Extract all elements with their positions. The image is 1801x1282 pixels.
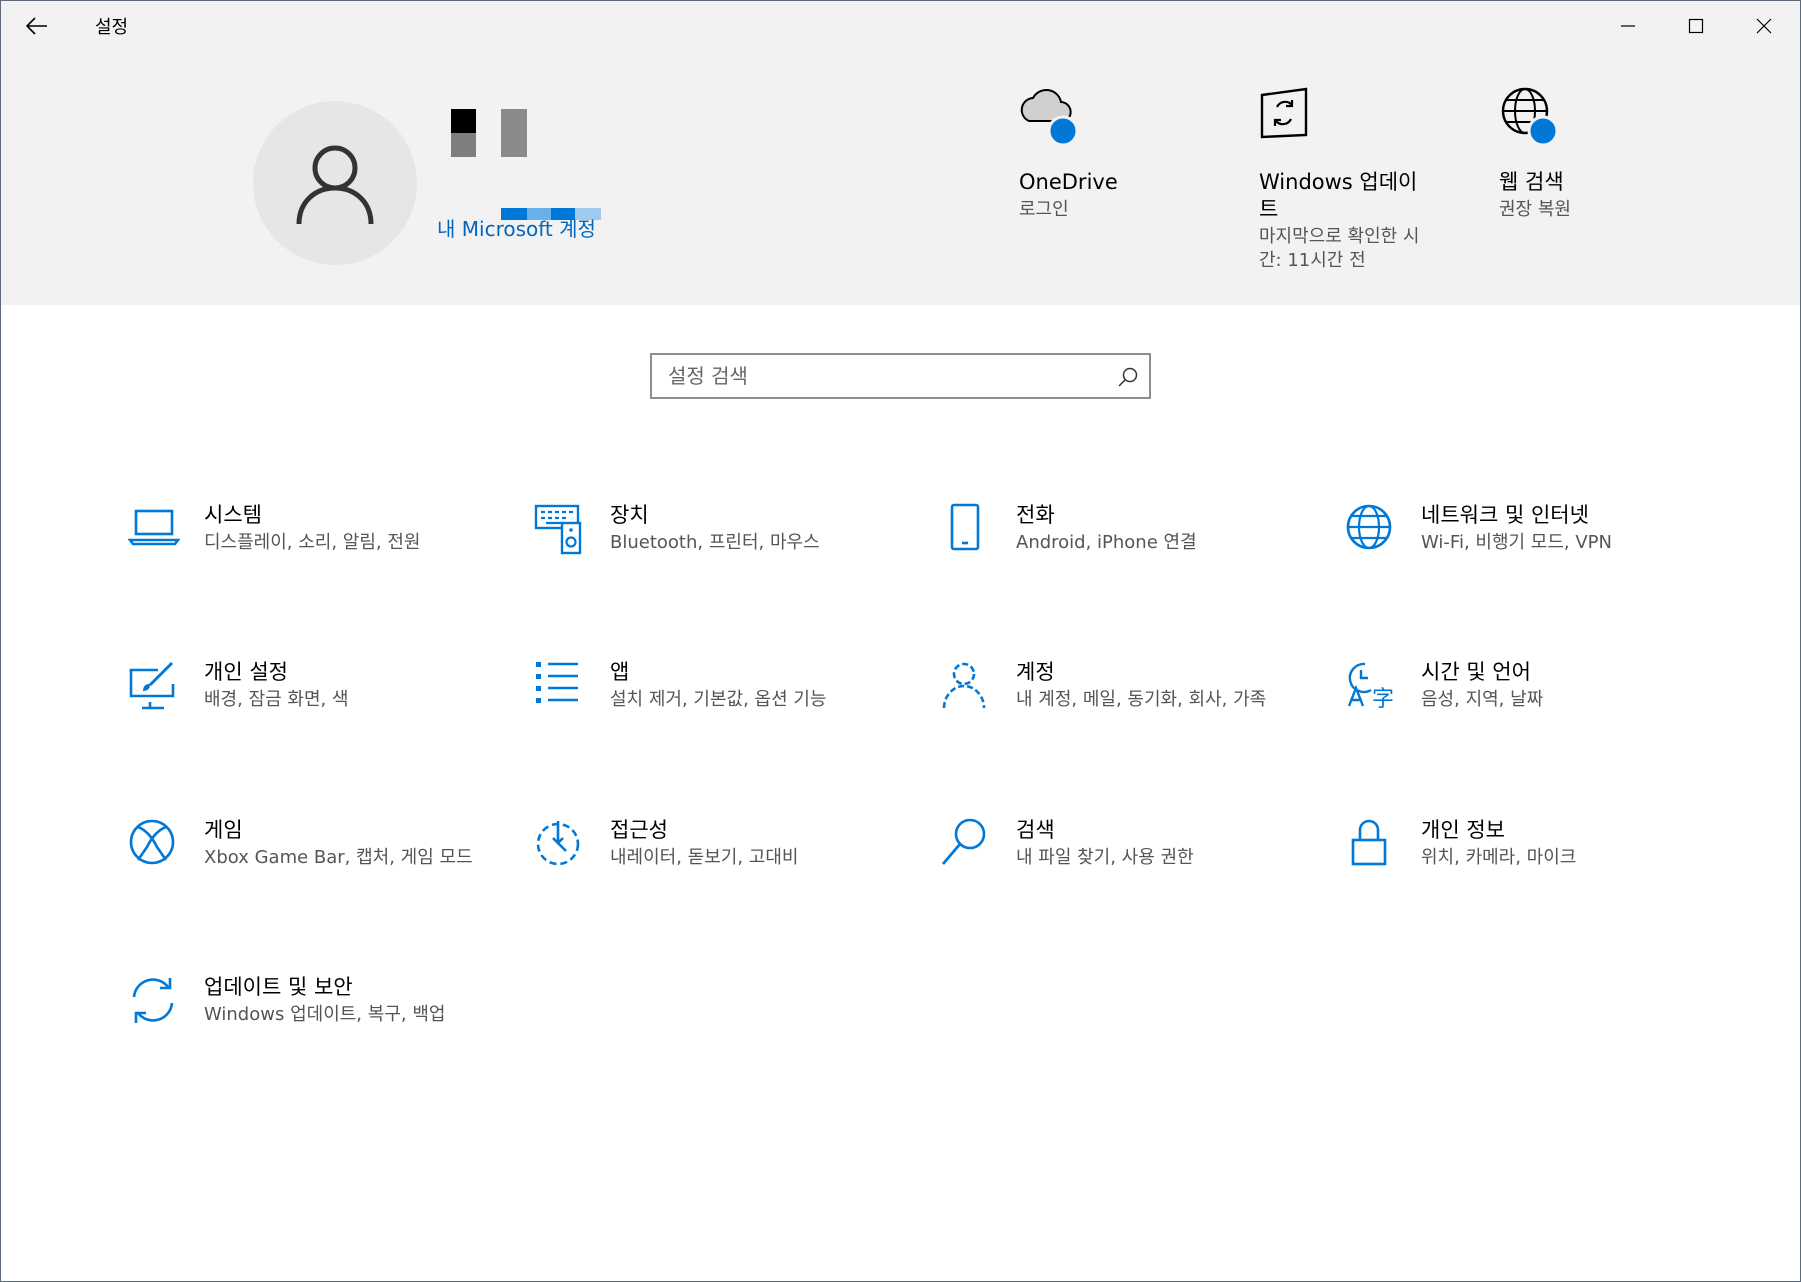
maximize-button[interactable] <box>1662 1 1730 51</box>
onedrive-cloud-icon <box>1020 88 1079 147</box>
tile-gaming[interactable]: 게임 Xbox Game Bar, 캡처, 게임 모드 <box>128 818 488 928</box>
account-header: 설정 내 Microsoft 계정 OneDrive 로그인 Windows 업… <box>1 1 1800 305</box>
tile-title: 개인 설정 <box>204 660 288 684</box>
quick-link-windows-update[interactable]: Windows 업데이트 마지막으로 확인한 시간: 11시간 전 <box>1259 87 1459 271</box>
tile-description: 내레이터, 돋보기, 고대비 <box>610 847 799 868</box>
tile-description: Xbox Game Bar, 캡처, 게임 모드 <box>204 847 473 868</box>
window-title: 설정 <box>95 17 129 38</box>
tile-description: Bluetooth, 프린터, 마우스 <box>610 532 820 553</box>
tile-description: Windows 업데이트, 복구, 백업 <box>204 1004 446 1025</box>
tile-title: 업데이트 및 보안 <box>204 975 353 999</box>
minimize-icon <box>1621 25 1635 27</box>
tile-description: 내 계정, 메일, 동기화, 회사, 가족 <box>1016 689 1267 710</box>
tile-title: 게임 <box>204 818 243 842</box>
tile-title: 시스템 <box>204 503 262 527</box>
tile-title: 전화 <box>1016 503 1055 527</box>
tile-update-security[interactable]: 업데이트 및 보안 Windows 업데이트, 복구, 백업 <box>128 975 488 1085</box>
tile-devices[interactable]: 장치 Bluetooth, 프린터, 마우스 <box>534 503 894 613</box>
tile-description: Android, iPhone 연결 <box>1016 532 1197 553</box>
tile-personalization[interactable]: 개인 설정 배경, 잠금 화면, 색 <box>128 660 488 770</box>
redacted-username-block <box>451 133 476 157</box>
globe-icon <box>1346 504 1392 550</box>
keyboard-speaker-icon <box>534 504 582 555</box>
web-search-subtitle: 권장 복원 <box>1499 199 1571 220</box>
title-bar: 설정 <box>1 1 1800 51</box>
tile-search[interactable]: 검색 내 파일 찾기, 사용 권한 <box>940 818 1300 928</box>
tile-description: 내 파일 찾기, 사용 권한 <box>1016 847 1194 868</box>
tile-title: 계정 <box>1016 660 1055 684</box>
tile-accounts[interactable]: 계정 내 계정, 메일, 동기화, 회사, 가족 <box>940 660 1300 770</box>
tile-system[interactable]: 시스템 디스플레이, 소리, 알림, 전원 <box>128 503 488 613</box>
xbox-icon <box>129 819 175 865</box>
tile-description: 위치, 카메라, 마이크 <box>1421 847 1577 868</box>
avatar[interactable] <box>253 101 417 265</box>
settings-search-input[interactable] <box>668 359 1098 393</box>
close-icon <box>1756 18 1772 34</box>
apps-list-icon <box>536 662 578 703</box>
back-arrow-icon <box>26 17 47 35</box>
tile-accessibility[interactable]: 접근성 내레이터, 돋보기, 고대비 <box>534 818 894 928</box>
accessibility-timer-icon <box>536 821 580 866</box>
tile-title: 장치 <box>610 503 649 527</box>
tile-description: Wi-Fi, 비행기 모드, VPN <box>1421 532 1612 553</box>
settings-search-box[interactable] <box>650 353 1151 399</box>
tile-description: 음성, 지역, 날짜 <box>1421 689 1544 710</box>
tile-title: 시간 및 언어 <box>1421 660 1531 684</box>
user-silhouette-icon <box>296 145 374 225</box>
tile-title: 개인 정보 <box>1421 818 1505 842</box>
redacted-username-block <box>451 109 476 133</box>
tile-title: 네트워크 및 인터넷 <box>1421 503 1589 527</box>
windows-update-icon <box>1260 87 1308 139</box>
sync-arrows-icon <box>132 978 174 1023</box>
tile-network[interactable]: 네트워크 및 인터넷 Wi-Fi, 비행기 모드, VPN <box>1345 503 1705 613</box>
svg-text:字: 字 <box>1372 687 1394 712</box>
tile-time-language[interactable]: 字 시간 및 언어 음성, 지역, 날짜 <box>1345 660 1705 770</box>
tile-title: 접근성 <box>610 818 668 842</box>
close-button[interactable] <box>1730 1 1798 51</box>
tile-title: 앱 <box>610 660 630 684</box>
quick-link-web-search[interactable]: 웹 검색 권장 복원 <box>1499 87 1699 220</box>
onedrive-title: OneDrive <box>1019 170 1118 194</box>
phone-icon <box>950 503 980 551</box>
onedrive-subtitle: 로그인 <box>1019 199 1069 220</box>
windows-update-subtitle: 마지막으로 확인한 시간: 11시간 전 <box>1259 226 1420 271</box>
tile-title: 검색 <box>1016 818 1055 842</box>
tile-description: 배경, 잠금 화면, 색 <box>204 689 349 710</box>
tile-apps[interactable]: 앱 설치 제거, 기본값, 옵션 기능 <box>534 660 894 770</box>
search-icon[interactable] <box>1117 366 1139 388</box>
settings-window: 설정 내 Microsoft 계정 OneDrive 로그인 Windows 업… <box>0 0 1801 1282</box>
lock-icon <box>1351 819 1387 866</box>
paint-brush-monitor-icon <box>129 661 175 710</box>
web-search-globe-icon <box>1501 87 1559 147</box>
laptop-icon <box>128 509 180 546</box>
tile-description: 설치 제거, 기본값, 옵션 기능 <box>610 689 827 710</box>
person-icon <box>942 662 986 709</box>
tile-privacy[interactable]: 개인 정보 위치, 카메라, 마이크 <box>1345 818 1705 928</box>
microsoft-account-link[interactable]: 내 Microsoft 계정 <box>437 213 596 242</box>
tile-phone[interactable]: 전화 Android, iPhone 연결 <box>940 503 1300 613</box>
magnifier-icon <box>941 818 986 865</box>
maximize-icon <box>1688 18 1704 34</box>
time-language-icon: 字 <box>1347 662 1394 712</box>
web-search-title: 웹 검색 <box>1499 170 1564 194</box>
minimize-button[interactable] <box>1594 1 1662 51</box>
redacted-username-block <box>501 109 527 157</box>
back-button[interactable] <box>17 11 57 41</box>
tile-description: 디스플레이, 소리, 알림, 전원 <box>204 532 421 553</box>
quick-link-onedrive[interactable]: OneDrive 로그인 <box>1019 87 1219 220</box>
windows-update-title: Windows 업데이트 <box>1259 170 1418 221</box>
